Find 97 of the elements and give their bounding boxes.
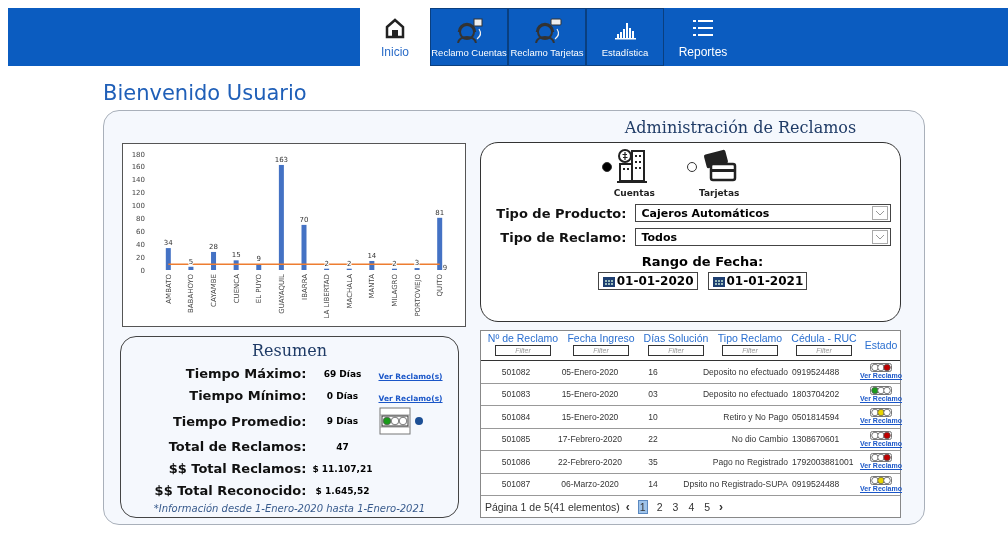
table-cell-text: 1803704202 [791,389,841,400]
summary-label: $$ Total Reclamos: [167,460,307,478]
column-header: Cédula - RUC [791,332,857,344]
summary-label: Tiempo Mínimo: [188,387,307,405]
summary-value: $ 11.107,21 [311,463,374,474]
info-note: *Información desde 1-Enero-2020 hasta 1-Enero-2021 [153,503,426,514]
summary-label: Tiempo Máximo: [184,365,307,383]
date-range-label: Rango de Fecha: [641,254,764,269]
table-cell-text: 0919524488 [791,479,841,490]
page-link[interactable]: 3 [671,501,680,513]
option-label: Tarjetas [698,188,740,198]
claim-type-dropdown[interactable]: Todos [634,228,891,246]
table-cell-text: 22-Febrero-2020 [557,456,623,467]
table-cell-text: 501082 [500,366,532,377]
table-cell-text: 501087 [500,479,532,490]
date-field[interactable]: 01-01-2020 [597,272,698,290]
column-header: Días Solución [643,332,709,344]
table-cell-text: Deposito no efectuado [701,366,789,377]
calendar-icon [711,274,726,288]
summary-value: $ 1.645,52 [314,485,371,496]
summary-value: 0 Días [325,390,360,401]
table-cell-text: Deposito no efectuado [701,389,789,400]
table-cell-text: 17-Febrero-2020 [557,434,623,445]
page-link[interactable]: 4 [687,501,696,513]
column-header: Estado [864,339,898,351]
nav-tab[interactable]: Reclamo Tarjetas [508,8,586,66]
table-cell-text: 15-Enero-2020 [560,389,620,400]
dropdown-caret-icon [871,206,888,220]
product-option[interactable]: Cuentas [601,148,655,198]
option-label: Cuentas [613,188,655,198]
nav-tab[interactable]: Inicio [360,8,430,66]
table-cell-text: Dpsito no Registrado-SUPA [682,479,789,490]
field-label: Tipo de Reclamo: [499,229,627,245]
radio-button[interactable] [602,162,613,172]
table-cell-text: 501086 [500,456,532,467]
radio-button[interactable] [687,162,698,172]
summary-title: Resumen [252,341,327,362]
date-field[interactable]: 01-01-2021 [707,272,808,290]
table-cell-text: 14 [647,479,659,490]
table-cell-text: Retiro y No Pago [722,411,789,422]
product-dropdown[interactable]: Cajeros Automáticos [634,204,891,222]
table-cell-text: 03 [647,389,659,400]
page-title: Bienvenido Usuario [103,80,308,106]
chart-bar [437,217,443,270]
chart-bar [233,260,239,270]
table-cell-text: 06-Marzo-2020 [560,479,620,490]
calendar-icon [601,274,616,288]
table-cell-text: 1308670601 [791,434,841,445]
column-header: Fecha Ingreso [567,332,635,344]
table-cell-text: 22 [647,434,659,445]
table-cell-text: 1792003881001 [791,456,855,467]
status-light-icon [870,453,892,463]
info-dot-icon [414,417,423,425]
status-light-icon [870,430,892,440]
panel-title: Administración de Reclamos [623,118,858,139]
table-cell-text: Pago no Registrado [711,456,789,467]
table-cell-text: 0501814594 [791,411,841,422]
page-link[interactable]: 5 [703,501,712,513]
status-light-icon [870,475,892,485]
chart-bar [188,266,194,270]
chart-bar [211,251,217,270]
table-cell-text: 501085 [500,434,532,445]
field-label: Tipo de Producto: [495,205,627,221]
table-cell-text: 05-Enero-2020 [560,366,620,377]
page-link[interactable]: 1 [637,500,648,514]
status-light-icon [870,385,892,395]
summary-label: $$ Total Reconocido: [153,482,307,500]
next-page-button[interactable]: › [719,500,724,514]
summary-value: 69 Días [322,368,363,379]
table-cell-text: 16 [647,366,659,377]
table-cell-text: No dio Cambio [730,434,789,445]
table-cell-text: 15-Enero-2020 [560,411,620,422]
table-cell-text: 0919524488 [791,366,841,377]
table-cell-text: 35 [647,456,659,467]
dropdown-caret-icon [871,230,888,244]
product-option[interactable]: Tarjetas [686,148,740,198]
summary-label: Tiempo Promedio: [171,412,307,431]
column-header: Nº de Reclamo [487,332,559,344]
summary-value: 9 Días [325,416,360,426]
status-light-icon [870,408,892,418]
nav-tab[interactable]: Reclamo Cuentas [430,8,508,66]
table-cell-text: 10 [647,411,659,422]
page-link[interactable]: 2 [655,501,664,513]
pagination-info: Página 1 de 5(41 elementos) [485,501,620,513]
previous-page-button[interactable]: ‹ [625,500,630,514]
table-cell-text: 501084 [500,411,532,422]
table-cell-text: 501083 [500,389,532,400]
chart-bar [165,248,171,270]
chart-bar [369,261,375,270]
chart-bar [301,224,307,270]
status-light-icon [870,363,892,373]
column-header: Tipo Reclamo [717,332,783,344]
summary-value: 47 [335,441,350,452]
nav-tab[interactable]: Estadística [586,8,664,66]
chart-bar [256,264,262,270]
summary-label: Total de Reclamos: [167,438,307,456]
traffic-light-icon [378,407,411,435]
